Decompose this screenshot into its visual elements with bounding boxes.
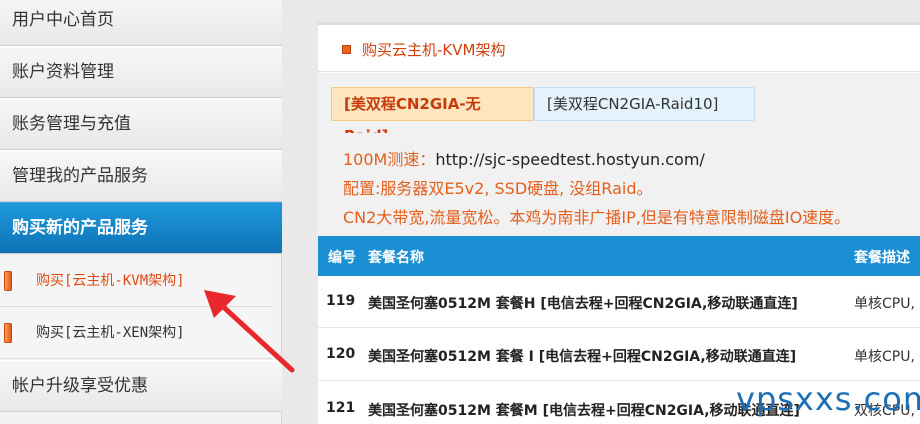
square-bullet-icon — [342, 45, 351, 54]
main-panel: 购买云主机-KVM架构 [美双程CN2GIA-无Raid] [美双程CN2GIA… — [318, 22, 920, 424]
bar-icon — [4, 271, 12, 291]
speedtest-label: 100M测速： — [343, 150, 436, 169]
row-desc: 单核CPU, — [854, 349, 915, 365]
table-row[interactable]: 120 美国圣何塞0512M 套餐 I [电信去程+回程CN2GIA,移动联通直… — [318, 329, 920, 381]
sidebar-subitem-label: 购买[云主机-XEN架构] — [36, 325, 185, 341]
tab-cn2gia-raid10[interactable]: [美双程CN2GIA-Raid10] — [534, 87, 755, 121]
column-header-name: 套餐名称 — [368, 250, 424, 266]
notes-box: 100M测速：http://sjc-speedtest.hostyun.com/… — [318, 133, 920, 236]
annotation-arrow-icon — [204, 290, 295, 373]
row-desc: 单核CPU, — [854, 296, 915, 312]
tab-bar: [美双程CN2GIA-无Raid] [美双程CN2GIA-Raid10] — [318, 73, 920, 145]
sidebar-item-buy-new-products[interactable]: 购买新的产品服务 — [0, 202, 282, 254]
column-header-desc: 套餐描述 — [854, 250, 910, 266]
config-note: 配置:服务器双E5v2, SSD硬盘, 没组Raid。 — [343, 179, 653, 198]
page-title: 购买云主机-KVM架构 — [362, 41, 506, 59]
sidebar-item-billing[interactable]: 账务管理与充值 — [0, 98, 282, 150]
tab-cn2gia-no-raid[interactable]: [美双程CN2GIA-无Raid] — [331, 87, 534, 145]
table-header: 编号 套餐名称 套餐描述 — [318, 236, 920, 276]
sidebar-item-account-profile[interactable]: 账户资料管理 — [0, 46, 282, 98]
row-id: 119 — [326, 293, 356, 309]
column-header-id: 编号 — [328, 250, 356, 266]
row-name: 美国圣何塞0512M 套餐 I [电信去程+回程CN2GIA,移动联通直连] — [368, 349, 797, 365]
sidebar-item-user-home[interactable]: 用户中心首页 — [0, 0, 282, 46]
row-id: 120 — [326, 346, 356, 362]
speedtest-link[interactable]: http://sjc-speedtest.hostyun.com/ — [435, 150, 704, 169]
speedtest-note: 100M测速：http://sjc-speedtest.hostyun.com/ — [343, 145, 920, 174]
watermark: vpsxxs.com — [736, 380, 920, 418]
table-row[interactable]: 119 美国圣何塞0512M 套餐H [电信去程+回程CN2GIA,移动联通直连… — [318, 276, 920, 328]
row-name: 美国圣何塞0512M 套餐H [电信去程+回程CN2GIA,移动联通直连] — [368, 296, 798, 312]
row-id: 121 — [326, 400, 356, 416]
sidebar-subitem-label: 购买[云主机-KVM架构] — [36, 273, 185, 289]
sidebar-item-my-products[interactable]: 管理我的产品服务 — [0, 150, 282, 202]
bar-icon — [4, 323, 12, 343]
panel-header: 购买云主机-KVM架构 — [318, 25, 920, 72]
bandwidth-note: CN2大带宽,流量宽松。本鸡为南非广播IP,但是有特意限制磁盘IO速度。 — [343, 208, 851, 227]
